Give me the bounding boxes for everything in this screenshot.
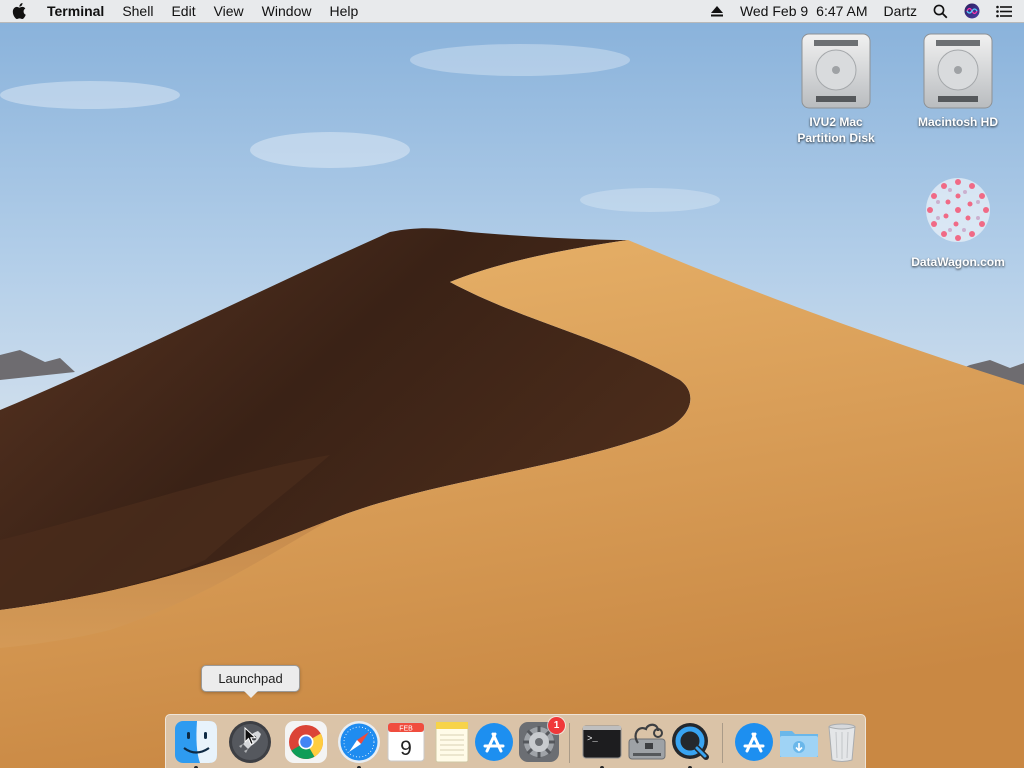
- disk-utility-icon: [628, 723, 666, 760]
- eject-menu-extra[interactable]: [702, 5, 732, 17]
- search-icon: [933, 4, 948, 18]
- menu-shell[interactable]: Shell: [113, 0, 162, 22]
- dock: FEB 9 1 >_: [165, 714, 866, 768]
- datawagon-logo-icon: [926, 178, 990, 242]
- mouse-cursor-icon: [244, 727, 257, 746]
- menu-edit[interactable]: Edit: [162, 0, 204, 22]
- desktop-icon-ivu2-disk[interactable]: IVU2 Mac Partition Disk: [780, 32, 892, 146]
- desktop-icon-label: DataWagon.com: [911, 255, 1005, 269]
- dock-item-system-preferences[interactable]: 1: [516, 717, 565, 765]
- notification-badge: 1: [548, 717, 565, 734]
- dock-item-trash[interactable]: [819, 719, 865, 765]
- apple-logo-icon: [12, 3, 26, 19]
- quicktime-icon: [672, 723, 709, 760]
- calendar-day-label: 9: [400, 737, 412, 760]
- menu-window[interactable]: Window: [253, 0, 321, 22]
- user-menu[interactable]: Dartz: [876, 0, 925, 22]
- downloads-folder-icon: [780, 731, 818, 757]
- app-store-icon: [735, 723, 773, 761]
- spotlight-button[interactable]: [925, 4, 956, 19]
- notes-icon: [435, 721, 469, 763]
- siri-button[interactable]: [956, 3, 988, 19]
- eject-icon: [710, 6, 723, 17]
- desktop-screen: Terminal Shell Edit View Window Help Wed…: [0, 0, 1024, 768]
- dock-item-chrome[interactable]: [283, 719, 329, 765]
- menu-bar: Terminal Shell Edit View Window Help Wed…: [0, 0, 1024, 23]
- dock-item-quicktime[interactable]: [668, 719, 714, 765]
- menu-help[interactable]: Help: [320, 0, 367, 22]
- siri-icon: [964, 3, 980, 19]
- finder-icon: [175, 721, 217, 763]
- dock-item-terminal[interactable]: >_: [579, 719, 625, 765]
- dock-separator: [722, 723, 723, 763]
- menu-view[interactable]: View: [205, 0, 253, 22]
- calendar-icon: FEB 9: [387, 722, 425, 762]
- hard-drive-icon: [801, 33, 871, 109]
- clock-time[interactable]: 6:47 AM: [816, 0, 875, 22]
- desktop-icon-label: Macintosh HD: [917, 115, 998, 129]
- dock-item-calendar[interactable]: FEB 9: [383, 719, 429, 765]
- dock-item-disk-utility[interactable]: [624, 719, 670, 765]
- safari-icon: [338, 721, 380, 763]
- apple-menu[interactable]: [0, 3, 38, 19]
- terminal-prompt-label: >_: [587, 734, 598, 744]
- desktop-icon-macintosh-hd[interactable]: Macintosh HD: [902, 32, 1014, 130]
- dock-item-notes[interactable]: [429, 719, 475, 765]
- dock-item-finder[interactable]: [173, 719, 219, 765]
- notification-center-button[interactable]: [988, 5, 1012, 18]
- terminal-icon: >_: [582, 725, 622, 759]
- dock-item-applications-folder[interactable]: [731, 719, 777, 765]
- calendar-month-label: FEB: [399, 726, 413, 733]
- dock-item-downloads-folder[interactable]: [776, 719, 822, 765]
- dock-tooltip: Launchpad: [201, 665, 300, 698]
- desktop-icon-label: IVU2 Mac Partition Disk: [797, 115, 875, 145]
- desktop-icon-datawagon[interactable]: DataWagon.com: [902, 172, 1014, 270]
- app-store-icon: [475, 723, 513, 761]
- clock-date[interactable]: Wed Feb 9: [732, 0, 816, 22]
- chrome-icon: [285, 721, 327, 763]
- dock-separator: [569, 723, 570, 763]
- dock-item-app-store[interactable]: [471, 719, 517, 765]
- app-menu-terminal[interactable]: Terminal: [38, 0, 113, 22]
- trash-icon: [828, 723, 856, 762]
- list-icon: [996, 5, 1012, 17]
- hard-drive-icon: [923, 33, 993, 109]
- dock-item-safari[interactable]: [336, 719, 382, 765]
